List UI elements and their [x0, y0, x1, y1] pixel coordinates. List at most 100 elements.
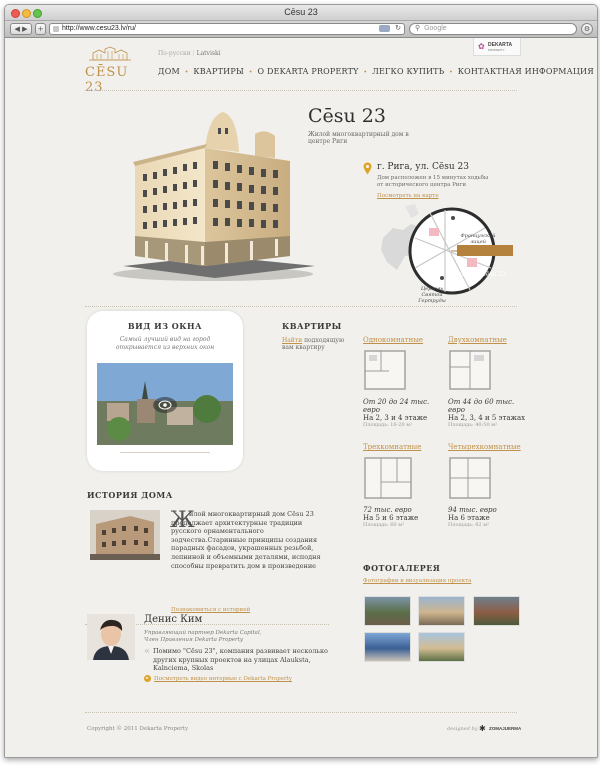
lang-ru[interactable]: По-русски	[158, 50, 191, 57]
nav-apartments[interactable]: КВАРТИРЫ	[193, 67, 244, 76]
history-link[interactable]: Познакомиться с историей	[171, 607, 250, 613]
designed-by-label: designed by	[447, 726, 478, 732]
history-text: илой многоквартирный дом Cēsu 23 продолж…	[171, 510, 321, 570]
page-subtitle: Жилой многоквартирный дом в центре Риги	[308, 131, 409, 145]
building-illustration	[113, 112, 315, 281]
browser-toolbar: ◀ ▶ + http://www.cesu23.lv/ru/ ↻ ⚲ Googl…	[5, 21, 597, 38]
back-arrow-icon: ◀ ▶	[14, 25, 28, 33]
floor-plan-image	[449, 457, 491, 499]
apartment-floors: На 2, 3, 4 и 5 этажах	[448, 414, 526, 422]
apartment-floors: На 2, 3 и 4 этаже	[363, 414, 428, 422]
apartment-two-room[interactable]: Двухкомнатные От 44 до 60 тыс. евро На 2…	[448, 336, 533, 428]
rss-icon[interactable]	[379, 25, 390, 32]
search-field[interactable]: ⚲ Google	[409, 23, 577, 35]
map-label-church: Церковь Святой Гертруды	[418, 286, 446, 304]
find-apartment-link[interactable]: Найти	[282, 337, 302, 344]
gallery-thumb[interactable]	[418, 596, 465, 626]
search-placeholder: Google	[424, 25, 447, 32]
gallery-thumb[interactable]	[473, 596, 520, 626]
dekarta-logo-icon: ✿	[478, 42, 485, 51]
map-label-lyceum: Французский лицей	[460, 233, 496, 245]
gallery-link[interactable]: Фотографии и визуализация проекта	[363, 578, 471, 584]
add-bookmark-button[interactable]: +	[35, 23, 46, 35]
apartment-price: От 44 до 60 тыс. евро	[448, 398, 515, 414]
person-photo	[87, 614, 135, 660]
back-forward-button[interactable]: ◀ ▶	[10, 23, 32, 35]
designer-name[interactable]: ZOMAJUERMA	[489, 726, 521, 731]
plus-icon: +	[37, 25, 44, 33]
gallery-heading: ФОТОГАЛЕРЕЯ	[363, 563, 441, 573]
address-note: Дом расположен в 15 минутах ходьбы от ис…	[377, 175, 489, 188]
footer-divider	[85, 712, 517, 713]
header-divider	[85, 90, 517, 91]
person-name: Денис Ким	[144, 614, 203, 625]
apartment-price: 94 тыс. евро	[448, 506, 497, 514]
web-page: CĒSU 23 По-русски | Latviski ✿ DEKARTA P…	[5, 38, 597, 757]
nav-home[interactable]: ДОМ	[158, 67, 180, 76]
person-role: Управляющий партнер Dekarta Capital, Чле…	[144, 630, 262, 643]
dekarta-badge[interactable]: ✿ DEKARTA PROPERTY	[473, 38, 521, 56]
view-heading: ВИД ИЗ ОКНА	[127, 321, 203, 331]
apartment-three-room[interactable]: Трехкомнатные 72 тыс. евро На 5 и 6 этаж…	[363, 443, 448, 528]
gallery-thumb[interactable]	[418, 632, 465, 662]
card-ornament	[120, 452, 210, 453]
browser-window: Cēsu 23 ◀ ▶ + http://www.cesu23.lv/ru/ ↻…	[4, 4, 598, 758]
view-text: Самый лучший вид на город открывается из…	[115, 336, 215, 351]
hero-divider	[85, 306, 517, 307]
apartments-intro: Найти подходящую вам квартиру	[282, 337, 352, 351]
language-switch: По-русски | Latviski	[158, 50, 221, 57]
reload-icon[interactable]: ↻	[395, 24, 401, 34]
address-url: http://www.cesu23.lv/ru/	[62, 25, 136, 32]
apartment-area: Площадь: 82 м²	[448, 522, 490, 528]
gallery-thumb[interactable]	[364, 596, 411, 626]
logo-building-icon	[89, 46, 131, 61]
view-photo[interactable]	[97, 363, 233, 445]
nav-contacts[interactable]: КОНТАКТНАЯ ИНФОРМАЦИЯ	[458, 67, 594, 76]
screenshot: Cēsu 23 ◀ ▶ + http://www.cesu23.lv/ru/ ↻…	[0, 0, 600, 765]
title-bar: Cēsu 23	[5, 5, 597, 21]
floor-plan-image	[449, 350, 491, 390]
interview-link[interactable]: Посмотреть видео интервью с Dekarta Prop…	[154, 676, 292, 682]
designer-logo-icon: ✱	[479, 724, 486, 733]
apartment-area: Площадь: 40-50 м²	[448, 422, 498, 428]
gallery-thumb[interactable]	[364, 632, 411, 662]
floor-plan-image	[364, 457, 412, 499]
apartment-floors: На 6 этаже	[448, 514, 490, 522]
location-map	[381, 204, 513, 295]
lang-lv[interactable]: Latviski	[197, 50, 221, 57]
map-pin-icon	[363, 162, 372, 175]
apartment-type-link[interactable]: Двухкомнатные	[448, 336, 533, 344]
address-bar[interactable]: http://www.cesu23.lv/ru/ ↻	[49, 23, 405, 35]
testimonial-quote: Помимо "Cēsu 23", компания развивает нес…	[153, 647, 328, 672]
apartment-area: Площадь: 18-20 м²	[363, 422, 413, 428]
apartment-type-link[interactable]: Трехкомнатные	[363, 443, 448, 451]
apartment-floors: На 5 и 6 этаже	[363, 514, 419, 522]
apartments-heading: КВАРТИРЫ	[282, 321, 342, 331]
dekarta-badge-sub: PROPERTY	[488, 48, 505, 52]
gear-icon: ⚙	[583, 25, 591, 33]
apartment-four-room[interactable]: Четырехкомнатные 94 тыс. евро На 6 этаже…	[448, 443, 533, 528]
window-title: Cēsu 23	[284, 7, 318, 17]
history-heading: ИСТОРИЯ ДОМА	[87, 490, 173, 500]
apartment-one-room[interactable]: Однокомнатные От 20 до 24 тыс. евро На 2…	[363, 336, 448, 428]
copyright: Copyright © 2011 Dekarta Property	[87, 726, 189, 732]
search-icon: ⚲	[415, 25, 421, 32]
apartment-type-link[interactable]: Однокомнатные	[363, 336, 448, 344]
apartment-price: 72 тыс. евро	[363, 506, 412, 514]
nav-about[interactable]: О DEKARTA PROPERTY	[257, 67, 358, 76]
quote-icon: «	[144, 646, 151, 657]
apartment-area: Площадь: 60 м²	[363, 522, 405, 528]
map-pin-label[interactable]: дом на Cēsu 23	[458, 271, 506, 278]
history-photo[interactable]	[90, 510, 160, 560]
site-favicon-icon	[53, 26, 59, 32]
settings-button[interactable]: ⚙	[581, 23, 593, 35]
apartment-price: От 20 до 24 тыс. евро	[363, 398, 430, 414]
play-triangle	[146, 677, 149, 679]
apartment-type-link[interactable]: Четырехкомнатные	[448, 443, 533, 451]
floor-plan-image	[364, 350, 406, 390]
page-title: Cēsu 23	[308, 105, 386, 127]
nav-buy[interactable]: ЛЕГКО КУПИТЬ	[372, 67, 444, 76]
site-logo[interactable]: CĒSU 23	[85, 46, 135, 95]
address: г. Рига, ул. Cēsu 23	[377, 162, 469, 172]
main-nav: ДОМ • КВАРТИРЫ • О DEKARTA PROPERTY • ЛЕ…	[158, 67, 594, 76]
